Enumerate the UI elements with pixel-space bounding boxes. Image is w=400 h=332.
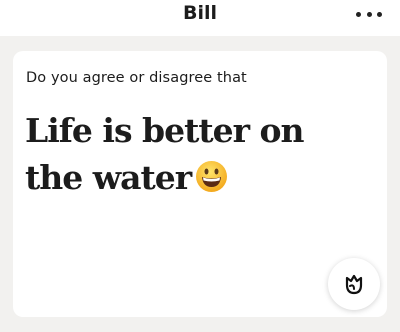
top-bar: Bill [0,0,400,36]
rose-icon [345,274,363,295]
prompt-answer: Life is better on the water [25,107,365,201]
more-dot [366,11,372,17]
more-dot [377,11,382,17]
grinning-face-emoji-icon [195,158,228,192]
prompt-answer-text: Life is better on the water [25,111,304,197]
more-options-button[interactable] [356,6,382,22]
like-button[interactable] [328,258,380,310]
prompt-question: Do you agree or disagree that [26,70,247,86]
profile-name: Bill [182,2,218,24]
more-dot [356,11,361,17]
